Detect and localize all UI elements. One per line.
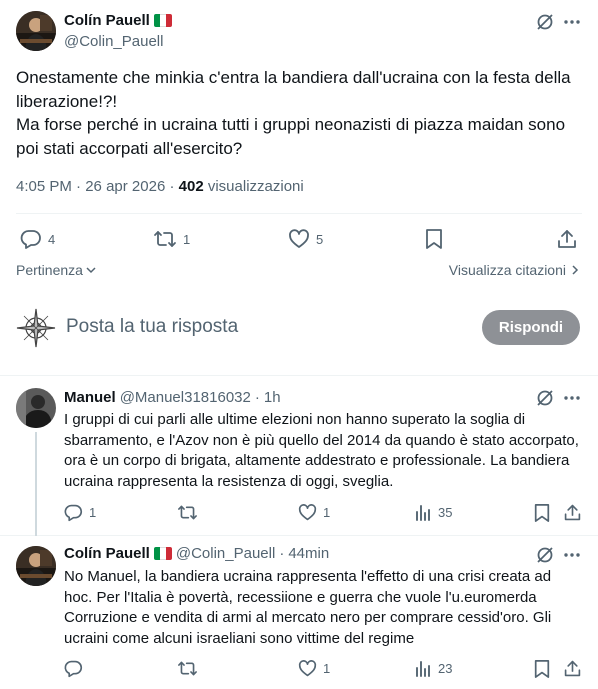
- reply-count: 1: [89, 505, 97, 520]
- meta-separator: ·: [279, 545, 285, 562]
- views-button[interactable]: 35: [414, 503, 452, 522]
- more-icon[interactable]: [561, 387, 583, 409]
- more-icon[interactable]: [561, 544, 583, 566]
- chevron-right-icon: [570, 264, 580, 276]
- views-button[interactable]: 23: [414, 659, 452, 678]
- reply-header: Manuel @Manuel31816032 · 1h: [64, 389, 281, 406]
- repost-count: 1: [183, 231, 191, 247]
- author-handle[interactable]: @Manuel31816032: [120, 389, 251, 406]
- like-icon: [298, 659, 317, 678]
- views-count: 35: [438, 505, 453, 520]
- meta-separator: ·: [169, 178, 175, 195]
- reply-submit-button[interactable]: Rispondi: [482, 310, 580, 345]
- reply-time[interactable]: 44min: [288, 545, 329, 562]
- compass-icon: [16, 308, 56, 348]
- grok-icon[interactable]: [534, 387, 556, 409]
- italy-flag-icon: [153, 14, 172, 27]
- repost-icon: [177, 659, 198, 678]
- share-icon[interactable]: [563, 503, 582, 522]
- reply-count: 4: [48, 231, 56, 247]
- relevance-label: Pertinenza: [16, 262, 83, 278]
- reply-icon: [64, 503, 83, 522]
- like-icon: [288, 228, 310, 250]
- grok-icon[interactable]: [534, 544, 556, 566]
- views-icon: [414, 659, 432, 678]
- author-name[interactable]: Colín Pauell: [64, 545, 150, 562]
- reply-composer: Posta la tua risposta Rispondi: [0, 300, 598, 376]
- reply-text: No Manuel, la bandiera ucraina rappresen…: [64, 568, 552, 647]
- italy-flag-icon: [153, 547, 172, 560]
- author-name[interactable]: Manuel: [64, 389, 116, 406]
- views-count: 402: [178, 178, 204, 195]
- author-avatar[interactable]: [16, 11, 56, 51]
- thread-line: [35, 432, 37, 536]
- bookmark-icon[interactable]: [533, 503, 551, 523]
- reply-icon: [20, 228, 42, 250]
- grok-icon[interactable]: [534, 11, 556, 33]
- repost-icon: [153, 228, 177, 250]
- share-icon: [556, 228, 578, 250]
- bookmark-button[interactable]: [424, 228, 444, 250]
- reply-time[interactable]: 1h: [264, 389, 281, 406]
- divider: [16, 213, 582, 214]
- quotes-label: Visualizza citazioni: [448, 262, 566, 278]
- chevron-down-icon: [85, 264, 97, 276]
- author-name-row[interactable]: Colín Pauell: [64, 12, 172, 29]
- post-time[interactable]: 4:05 PM: [16, 178, 72, 195]
- repost-button[interactable]: 1: [153, 228, 190, 250]
- relevance-dropdown[interactable]: Pertinenza: [16, 262, 97, 278]
- author-handle[interactable]: @Colin_Pauell: [64, 33, 163, 50]
- reply-item[interactable]: Manuel @Manuel31816032 · 1h I gruppi di …: [0, 376, 598, 536]
- reply-button[interactable]: [64, 659, 89, 678]
- views-icon: [414, 503, 432, 522]
- main-post: Colín Pauell @Colin_Pauell Onestamente c…: [0, 0, 598, 376]
- bookmark-icon: [424, 228, 444, 250]
- more-icon[interactable]: [561, 11, 583, 33]
- author-handle[interactable]: @Colin_Pauell: [176, 545, 275, 562]
- post-text: Onestamente che minkia c'entra la bandie…: [16, 68, 571, 158]
- meta-separator: ·: [76, 178, 82, 195]
- share-icon[interactable]: [563, 659, 582, 678]
- author-name[interactable]: Colín Pauell: [64, 12, 150, 29]
- repost-button[interactable]: [177, 659, 204, 678]
- like-count: 5: [316, 231, 324, 247]
- reply-icon: [64, 659, 83, 678]
- like-count: 1: [323, 505, 331, 520]
- avatar[interactable]: [16, 388, 56, 428]
- avatar[interactable]: [16, 546, 56, 586]
- view-quotes-link[interactable]: Visualizza citazioni: [449, 262, 580, 278]
- repost-icon: [177, 503, 198, 522]
- like-icon: [298, 503, 317, 522]
- like-button[interactable]: 1: [298, 503, 330, 522]
- like-button[interactable]: 5: [288, 228, 323, 250]
- like-count: 1: [323, 661, 331, 676]
- like-button[interactable]: 1: [298, 659, 330, 678]
- bookmark-icon[interactable]: [533, 659, 551, 679]
- meta-separator: ·: [254, 389, 260, 406]
- views-label: visualizzazioni: [207, 178, 304, 195]
- views-count: 23: [438, 661, 453, 676]
- post-meta: 4:05 PM · 26 apr 2026 · 402 visualizzazi…: [16, 178, 304, 195]
- reply-button[interactable]: 4: [20, 228, 55, 250]
- reply-text: I gruppi di cui parli alle ultime elezio…: [64, 411, 579, 490]
- reply-header: Colín Pauell @Colin_Pauell · 44min: [64, 545, 329, 562]
- reply-input[interactable]: Posta la tua risposta: [66, 316, 238, 338]
- reply-item[interactable]: Colín Pauell @Colin_Pauell · 44min No Ma…: [0, 536, 598, 689]
- reply-button[interactable]: 1: [64, 503, 96, 522]
- share-button[interactable]: [556, 228, 578, 250]
- post-date[interactable]: 26 apr 2026: [85, 178, 165, 195]
- repost-button[interactable]: [177, 503, 204, 522]
